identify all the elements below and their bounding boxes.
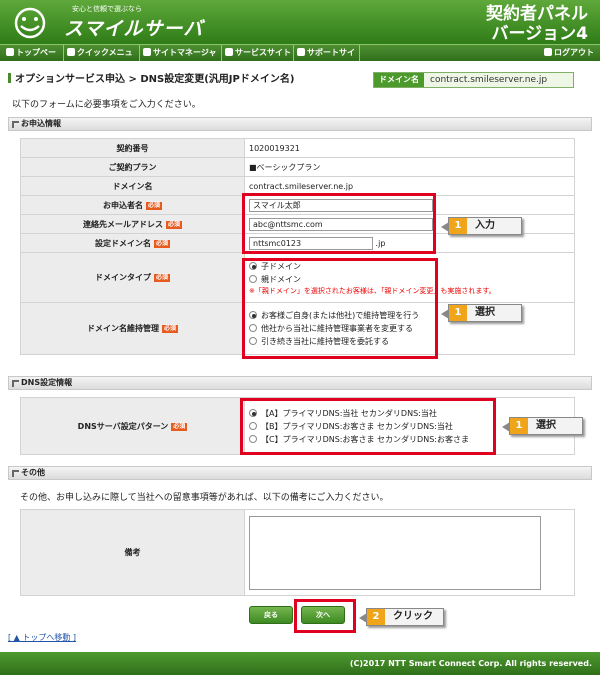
- intro-text: 以下のフォームに必要事項をご入力ください。: [12, 100, 201, 110]
- smile-logo-icon: [14, 7, 46, 39]
- copyright: (C)2017 NTT Smart Connect Corp. All righ…: [349, 659, 592, 668]
- next-button[interactable]: 次へ: [301, 606, 345, 624]
- link-icon: [225, 48, 233, 56]
- table-row: ご契約プラン ■ベーシックプラン: [20, 157, 575, 177]
- required-badge: 必須: [165, 220, 182, 229]
- remarks-label: 備考: [20, 509, 245, 596]
- page-title: オプションサービス申込 > DNS設定変更(汎用JPドメイン名): [8, 70, 294, 85]
- link-icon: [143, 48, 151, 56]
- contract-no-value: 1020019321: [244, 138, 575, 158]
- domain-indicator-value: contract.smileserver.ne.jp: [430, 75, 548, 85]
- domain-mgmt-label: ドメイン名維持管理 必須: [20, 302, 245, 355]
- top-nav: トップページ クイックメニュー サイトマネージャー サービスサイト サポートサイ…: [0, 44, 600, 73]
- highlight-radios: [242, 258, 438, 359]
- table-row: 契約番号 1020019321: [20, 138, 575, 158]
- panel-title: 契約者パネル バージョン4: [486, 4, 588, 44]
- logout-button[interactable]: ログアウト: [544, 45, 594, 61]
- back-button[interactable]: 戻る: [249, 606, 293, 624]
- applicant-label: お申込者名 必須: [20, 195, 245, 215]
- email-label: 連絡先メールアドレス 必須: [20, 214, 245, 234]
- highlight-inputs: [242, 193, 436, 254]
- domain-indicator-label: ドメイン名: [374, 73, 424, 87]
- plan-label: ご契約プラン: [20, 157, 245, 177]
- app-header: 安心と信頼で選ぶなら スマイルサーバ 契約者パネル バージョン4: [0, 0, 600, 44]
- nav-item-quick-menu[interactable]: クイックメニュー: [64, 45, 140, 73]
- brand-name: スマイルサーバ: [64, 18, 204, 40]
- link-icon: [297, 48, 305, 56]
- highlight-dns: [240, 398, 496, 455]
- required-badge: 必須: [145, 201, 162, 210]
- dns-pattern-label: DNSサーバ設定パターン 必須: [20, 397, 245, 455]
- section-other: その他: [8, 466, 592, 480]
- plan-value: ■ベーシックプラン: [244, 157, 575, 177]
- domain-indicator: ドメイン名 contract.smileserver.ne.jp: [373, 72, 574, 88]
- required-badge: 必須: [161, 325, 178, 333]
- nav-item-support-site[interactable]: サポートサイト: [294, 45, 360, 73]
- callout-input: 1 入力: [441, 217, 522, 235]
- required-badge: 必須: [153, 274, 170, 282]
- callout-select-1: 1 選択: [441, 304, 522, 322]
- required-badge: 必須: [171, 422, 188, 431]
- brand-tagline: 安心と信頼で選ぶなら: [72, 5, 142, 13]
- set-domain-label: 設定ドメイン名 必須: [20, 233, 245, 253]
- nav-item-top[interactable]: トップページ: [3, 45, 64, 73]
- nav-item-site-manager[interactable]: サイトマネージャー: [140, 45, 222, 73]
- logout-icon: [544, 48, 552, 56]
- section-application-info: お申込情報: [8, 117, 592, 131]
- domain-type-label: ドメインタイプ 必須: [20, 252, 245, 303]
- other-desc: その他、お申し込みに際して当社への留意事項等があれば、以下の備考にご入力ください…: [20, 493, 389, 503]
- section-dns-info: DNS設定情報: [8, 376, 592, 390]
- back-to-top-link[interactable]: [ ▲ トップへ移動 ]: [8, 632, 76, 643]
- menu-icon: [67, 48, 75, 56]
- contract-no-label: 契約番号: [20, 138, 245, 158]
- callout-select-2: 1 選択: [502, 417, 583, 435]
- remarks-textarea[interactable]: [249, 516, 541, 590]
- required-badge: 必須: [153, 239, 170, 248]
- nav-item-service-site[interactable]: サービスサイト: [222, 45, 294, 61]
- home-icon: [6, 48, 14, 56]
- domain-label: ドメイン名: [20, 176, 245, 196]
- callout-click: 2 クリック: [359, 608, 444, 626]
